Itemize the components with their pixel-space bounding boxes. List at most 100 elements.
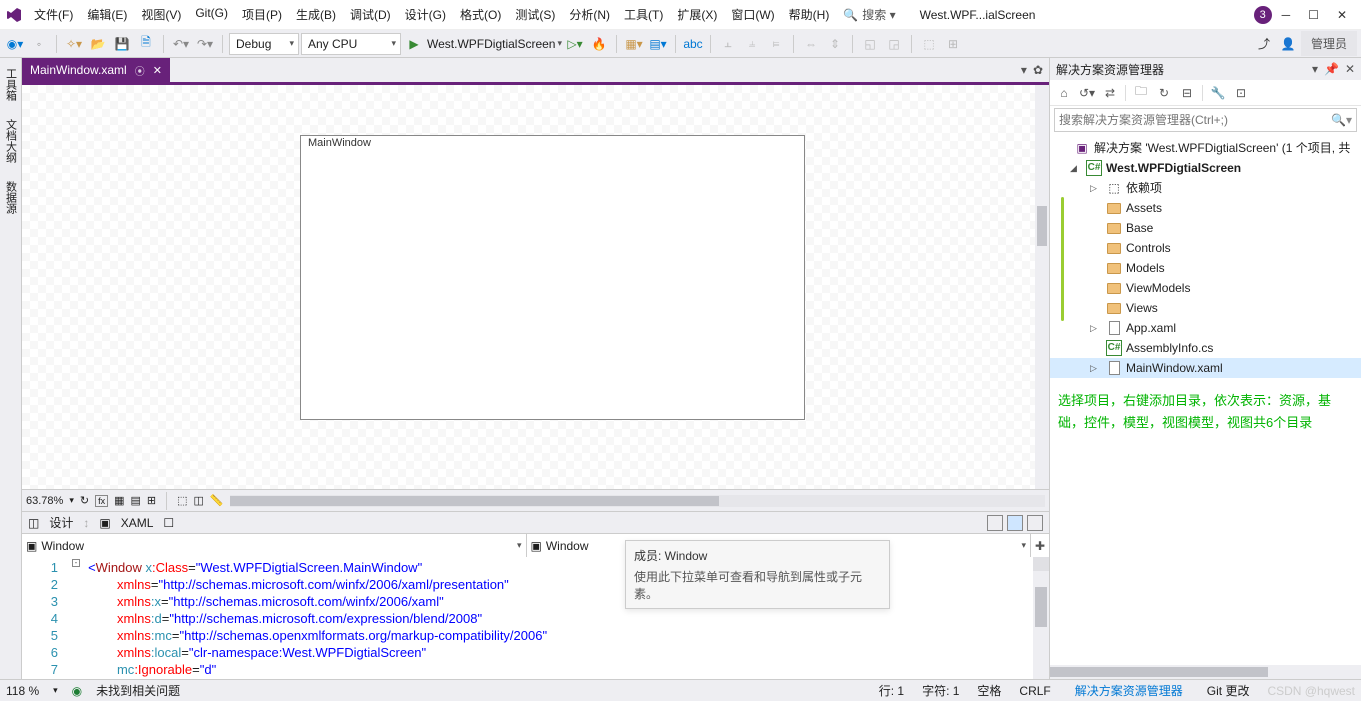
hot-reload-icon[interactable]: 🔥 bbox=[588, 33, 610, 55]
popout-icon[interactable]: ☐ bbox=[163, 516, 174, 530]
sol-sync-icon[interactable]: ⇄ bbox=[1100, 83, 1120, 103]
menu-git[interactable]: Git(G) bbox=[189, 2, 234, 27]
status-spaces[interactable]: 空格 bbox=[977, 682, 1001, 699]
sol-dropdown-icon[interactable]: ▾ bbox=[1312, 62, 1318, 76]
menu-analyze[interactable]: 分析(N) bbox=[563, 2, 616, 27]
save-all-icon[interactable]: 🗎 bbox=[135, 33, 157, 55]
size-icon[interactable]: ⬚ bbox=[918, 33, 940, 55]
close-tab-icon[interactable]: ✕ bbox=[153, 64, 162, 77]
guides-icon[interactable]: ⬚ bbox=[177, 494, 187, 507]
order-back-icon[interactable]: ◲ bbox=[883, 33, 905, 55]
back-icon[interactable]: ◉▾ bbox=[4, 33, 26, 55]
open-icon[interactable]: 📂 bbox=[87, 33, 109, 55]
tree-deps[interactable]: ▷⬚依赖项 bbox=[1050, 178, 1361, 198]
menu-tools[interactable]: 工具(T) bbox=[618, 2, 669, 27]
swap-icon[interactable]: ↕ bbox=[83, 516, 89, 530]
status-col[interactable]: 字符: 1 bbox=[922, 682, 959, 699]
snap2-icon[interactable]: ⊞ bbox=[147, 494, 156, 507]
layout-h-icon[interactable] bbox=[987, 515, 1003, 531]
tab-gear-icon[interactable]: ✿ bbox=[1033, 63, 1043, 77]
menu-edit[interactable]: 编辑(E) bbox=[81, 2, 133, 27]
zoom-fit-icon[interactable]: ↻ bbox=[80, 494, 89, 507]
live-share-icon[interactable]: 👤 bbox=[1277, 33, 1299, 55]
dist-v-icon[interactable]: ⇕ bbox=[824, 33, 846, 55]
tb-icon-1[interactable]: ▦▾ bbox=[623, 33, 645, 55]
start-noDebug-icon[interactable]: ▷▾ bbox=[564, 33, 586, 55]
align-right-icon[interactable]: ⫢ bbox=[765, 33, 787, 55]
tree-asm[interactable]: C#AssemblyInfo.cs bbox=[1050, 338, 1361, 358]
tab-overflow-icon[interactable]: ▾ bbox=[1021, 63, 1027, 77]
sol-pin-icon[interactable]: 📌 bbox=[1324, 62, 1339, 76]
tree-folder[interactable]: ViewModels bbox=[1050, 278, 1361, 298]
new-item-icon[interactable]: ✧▾ bbox=[63, 33, 85, 55]
code-vscroll[interactable] bbox=[1033, 557, 1049, 679]
tab-data-sources[interactable]: 数据源 bbox=[2, 177, 20, 218]
layout-v-icon[interactable] bbox=[1007, 515, 1023, 531]
platform-combo[interactable]: Any CPU bbox=[301, 33, 401, 55]
status-tab-solution[interactable]: 解决方案资源管理器 bbox=[1069, 680, 1189, 701]
menu-test[interactable]: 测试(S) bbox=[509, 2, 561, 27]
fold-icon[interactable]: - bbox=[72, 559, 80, 567]
status-tab-git[interactable]: Git 更改 bbox=[1207, 682, 1250, 699]
xaml-tab[interactable]: XAML bbox=[121, 516, 154, 530]
sol-hscroll[interactable] bbox=[1050, 665, 1361, 679]
menu-window[interactable]: 窗口(W) bbox=[725, 2, 780, 27]
align-center-icon[interactable]: ⫨ bbox=[741, 33, 763, 55]
share-icon[interactable]: ⤴ bbox=[1253, 33, 1275, 55]
sol-preview-icon[interactable]: ⊡ bbox=[1231, 83, 1251, 103]
sol-prop-icon[interactable]: 🔧 bbox=[1208, 83, 1228, 103]
status-crlf[interactable]: CRLF bbox=[1019, 684, 1050, 698]
pin-icon[interactable]: ⦿ bbox=[135, 63, 145, 78]
tree-solution[interactable]: ▣解决方案 'West.WPFDigtialScreen' (1 个项目, 共 bbox=[1050, 138, 1361, 158]
tree-mainwindow[interactable]: ▷MainWindow.xaml bbox=[1050, 358, 1361, 378]
start-icon[interactable]: ▶ bbox=[403, 33, 425, 55]
forward-icon[interactable]: ◦ bbox=[28, 33, 50, 55]
zoom-level[interactable]: 63.78% bbox=[26, 495, 63, 507]
tree-project[interactable]: ◢C#West.WPFDigtialScreen bbox=[1050, 158, 1361, 178]
sol-refresh-icon[interactable]: ↻ bbox=[1154, 83, 1174, 103]
tab-doc-outline[interactable]: 文档大纲 bbox=[2, 115, 20, 167]
tb-icon-2[interactable]: ▤▾ bbox=[647, 33, 669, 55]
margin-icon[interactable]: ⊞ bbox=[942, 33, 964, 55]
solution-tree[interactable]: ▣解决方案 'West.WPFDigtialScreen' (1 个项目, 共 … bbox=[1050, 134, 1361, 382]
layout-full-icon[interactable] bbox=[1027, 515, 1043, 531]
status-zoom[interactable]: 118 % bbox=[6, 684, 39, 698]
tb-icon-3[interactable]: abc bbox=[682, 33, 704, 55]
title-search[interactable]: 搜索 ▾ bbox=[862, 6, 895, 23]
menu-debug[interactable]: 调试(D) bbox=[344, 2, 397, 27]
config-combo[interactable]: Debug bbox=[229, 33, 299, 55]
menu-extensions[interactable]: 扩展(X) bbox=[671, 2, 723, 27]
split-editor-icon[interactable]: ✚ bbox=[1031, 534, 1049, 557]
minimize-icon[interactable]: ─ bbox=[1282, 8, 1291, 22]
sol-home-icon[interactable]: ⌂ bbox=[1054, 83, 1074, 103]
sol-close-icon[interactable]: ✕ bbox=[1345, 62, 1355, 76]
menu-file[interactable]: 文件(F) bbox=[28, 2, 79, 27]
tree-appxaml[interactable]: ▷App.xaml bbox=[1050, 318, 1361, 338]
grid-icon[interactable]: ▦ bbox=[114, 494, 124, 507]
redo-icon[interactable]: ↷▾ bbox=[194, 33, 216, 55]
menu-design[interactable]: 设计(G) bbox=[399, 2, 452, 27]
status-issues[interactable]: 未找到相关问题 bbox=[96, 682, 180, 699]
start-target[interactable]: West.WPFDigtialScreen bbox=[427, 37, 555, 51]
sol-search-input[interactable] bbox=[1059, 113, 1331, 127]
tree-folder[interactable]: Models bbox=[1050, 258, 1361, 278]
sol-collapse-icon[interactable]: ⊟ bbox=[1177, 83, 1197, 103]
close-icon[interactable]: ✕ bbox=[1337, 8, 1347, 22]
order-front-icon[interactable]: ◱ bbox=[859, 33, 881, 55]
menu-build[interactable]: 生成(B) bbox=[290, 2, 342, 27]
nav-scope-combo[interactable]: ▣ Window bbox=[22, 534, 527, 557]
menu-format[interactable]: 格式(O) bbox=[454, 2, 507, 27]
doc-tab-active[interactable]: MainWindow.xaml ⦿ ✕ bbox=[22, 58, 170, 82]
designer-surface[interactable]: MainWindow bbox=[22, 82, 1049, 489]
tree-folder[interactable]: Controls bbox=[1050, 238, 1361, 258]
tree-folder[interactable]: Base bbox=[1050, 218, 1361, 238]
margins-icon[interactable]: ◫ bbox=[194, 494, 204, 507]
undo-icon[interactable]: ↶▾ bbox=[170, 33, 192, 55]
menu-help[interactable]: 帮助(H) bbox=[783, 2, 836, 27]
tab-toolbox[interactable]: 工具箱 bbox=[2, 64, 20, 105]
save-icon[interactable]: 💾 bbox=[111, 33, 133, 55]
code-editor[interactable]: 123 456 7 - <Window x:Class="West.WPFDig… bbox=[22, 557, 1049, 679]
snap-icon[interactable]: ▤ bbox=[130, 494, 140, 507]
ruler-icon[interactable]: 📏 bbox=[210, 494, 224, 507]
status-line[interactable]: 行: 1 bbox=[879, 682, 904, 699]
